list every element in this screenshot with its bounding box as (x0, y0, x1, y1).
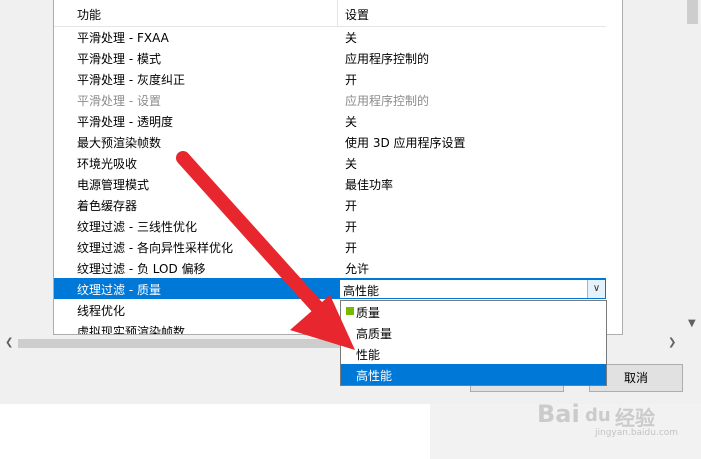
watermark-cn: 经验 (615, 406, 655, 430)
watermark-paw: du (585, 405, 611, 426)
baidu-watermark: Bai du 经验 jingyan.baidu.com (535, 396, 695, 438)
watermark-url: jingyan.baidu.com (595, 428, 679, 438)
red-pointer-arrow (176, 151, 355, 350)
watermark-brand: Bai (537, 400, 580, 428)
